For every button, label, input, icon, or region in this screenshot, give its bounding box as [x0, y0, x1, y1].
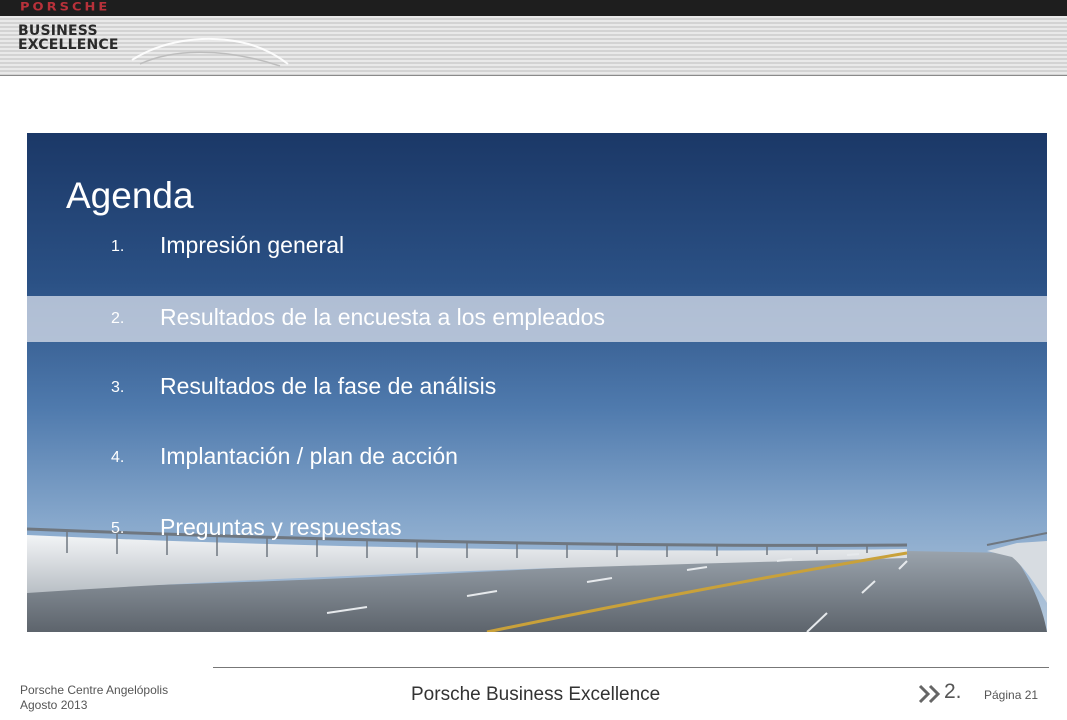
header-banner: PORSCHE BUSINESS EXCELLENCE	[0, 0, 1067, 76]
agenda-item-4[interactable]: 4. Implantación / plan de acción	[27, 435, 1047, 481]
agenda-item-label: Implantación / plan de acción	[160, 443, 458, 469]
agenda-item-label: Resultados de la fase de análisis	[160, 373, 497, 399]
agenda-item-3[interactable]: 3. Resultados de la fase de análisis	[27, 365, 1047, 411]
footer-section-number: 2.	[944, 680, 962, 703]
car-silhouette-icon	[131, 37, 289, 67]
agenda-item-label: Resultados de la encuesta a los empleado…	[160, 304, 605, 330]
agenda-title: Agenda	[66, 175, 194, 216]
agenda-item-number: 3.	[111, 379, 125, 396]
agenda-item-5[interactable]: 5. Preguntas y respuestas	[27, 506, 1047, 552]
double-chevron-right-icon	[918, 684, 941, 704]
porsche-logo-text: PORSCHE	[20, 1, 111, 14]
agenda-item-1[interactable]: 1. Impresión general	[27, 224, 1047, 270]
header-title: BUSINESS EXCELLENCE	[18, 24, 119, 52]
agenda-item-label: Preguntas y respuestas	[160, 514, 402, 540]
header-title-line1: BUSINESS	[18, 23, 98, 39]
header-top-bar: PORSCHE	[0, 0, 1067, 16]
header-title-line2: EXCELLENCE	[18, 37, 119, 53]
agenda-item-number: 4.	[111, 449, 125, 466]
footer-date: Agosto 2013	[20, 698, 88, 712]
agenda-slide: Agenda 1. Impresión general 2. Resultado…	[27, 133, 1047, 632]
agenda-item-number: 5.	[111, 520, 125, 537]
agenda-item-number: 2.	[111, 310, 125, 327]
agenda-item-2-active[interactable]: 2. Resultados de la encuesta a los emple…	[27, 296, 1047, 342]
footer-divider	[213, 667, 1049, 668]
agenda-item-label: Impresión general	[160, 232, 345, 258]
footer-company: Porsche Centre Angelópolis	[20, 683, 169, 697]
footer-page-number: Página 21	[984, 688, 1039, 702]
footer-title: Porsche Business Excellence	[411, 684, 661, 705]
footer-company-info: Porsche Centre Angelópolis Agosto 2013	[20, 683, 168, 713]
agenda-item-number: 1.	[111, 238, 125, 255]
